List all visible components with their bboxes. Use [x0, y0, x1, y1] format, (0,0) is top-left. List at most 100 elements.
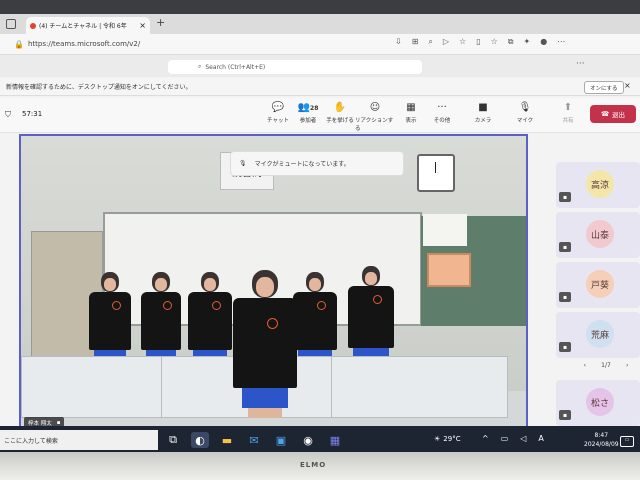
mail-icon[interactable]: ✉ — [245, 432, 263, 448]
lock-icon: 🔒 — [14, 39, 24, 49]
teams-more-icon[interactable]: ··· — [576, 59, 585, 69]
video-desk — [331, 356, 508, 418]
participant-roster: 高涼 ▪ 山泰 ▪ 戸葵 ▪ 荒麻 ▪ ‹ 1/7 › 松さ ▪ — [556, 162, 640, 452]
video-person-front — [233, 270, 297, 418]
mute-toast: 🎙 マイクがミュートになっています。 — [230, 151, 404, 176]
search-placeholder: Search (Ctrl+Alt+E) — [205, 63, 266, 71]
phone-icon: ☎ — [600, 110, 610, 118]
address-bar: 🔒 https://teams.microsoft.com/v2/ ⇩ ⊞ ⌕ … — [0, 34, 640, 55]
toolbar-camera-button[interactable]: ■ カメラ — [463, 102, 503, 124]
ime-indicator[interactable]: A — [538, 434, 543, 443]
monitor-brand: ELMO — [300, 461, 327, 469]
shield-icon: ⛉ — [5, 110, 11, 119]
more-icon: ··· — [437, 102, 447, 113]
mic-off-icon: ▪ — [559, 292, 571, 302]
toolbar-label: 手を挙げる — [326, 118, 354, 124]
collections-icon[interactable]: ⧉ — [508, 37, 514, 47]
toolbar-label: チャット — [267, 118, 289, 124]
clock-time: 8:47 — [594, 432, 609, 439]
split-screen-icon[interactable]: ▯ — [476, 37, 480, 47]
store-icon[interactable]: ▣ — [272, 432, 290, 448]
leave-button[interactable]: ☎ 退出 — [590, 105, 636, 123]
task-view-icon[interactable]: ⧉ — [164, 432, 182, 448]
favorite-icon[interactable]: ☆ — [459, 37, 466, 47]
mic-off-icon: ▪ — [559, 342, 571, 352]
chevron-left-icon[interactable]: ‹ — [584, 362, 586, 369]
taskbar-apps: ⧉ ◐ ▬ ✉ ▣ ◉ ▦ — [164, 432, 344, 448]
participant-count: 28 — [310, 105, 319, 112]
participant-tile[interactable]: 山泰 ▪ — [556, 212, 640, 258]
taskbar-search-placeholder: ここに入力して検索 — [4, 437, 58, 445]
mic-off-icon: ▪ — [559, 410, 571, 420]
url-field[interactable]: 🔒 https://teams.microsoft.com/v2/ — [14, 37, 394, 51]
avatar: 荒麻 — [586, 320, 614, 348]
toolbar-label: 表示 — [405, 118, 417, 124]
teams-app-icon[interactable]: ▦ — [326, 432, 344, 448]
reaction-icon: ☺ — [369, 102, 381, 113]
toolbar-label: リアクションする — [355, 118, 394, 132]
toolbar-label: 参加者 — [299, 118, 317, 124]
favorites-icon[interactable]: ☆ — [491, 37, 498, 47]
notification-icon[interactable]: ▭ — [620, 436, 634, 447]
chat-icon: 💬 — [271, 102, 285, 113]
notification-banner: 新情報を確認するために、デスクトップ通知をオンにしてください。 オンにする × — [0, 78, 640, 96]
mic-off-icon: 🎙 — [518, 102, 532, 113]
participant-tile[interactable]: 荒麻 ▪ — [556, 312, 640, 358]
leave-label: 退出 — [612, 111, 626, 119]
toolbar-label: 共有 — [562, 118, 574, 124]
download-icon[interactable]: ⇩ — [395, 37, 402, 47]
toolbar-raise-hand-button[interactable]: ✋ 手を挙げる — [320, 102, 360, 124]
close-icon[interactable]: × — [624, 81, 631, 90]
camera-app-icon[interactable]: ◉ — [299, 432, 317, 448]
toolbar-share-button[interactable]: ⬆ 共有 — [548, 102, 588, 124]
teams-search-input[interactable]: ⌕ Search (Ctrl+Alt+E) — [168, 60, 422, 74]
windows-taskbar: ここに入力して検索 ⧉ ◐ ▬ ✉ ▣ ◉ ▦ ☀ 29°C ^ ▭ ◁ A 8… — [0, 426, 640, 454]
edge-icon[interactable]: ◐ — [191, 432, 209, 448]
new-tab-button[interactable]: + — [156, 16, 165, 29]
toolbar-more-button[interactable]: ··· その他 — [422, 102, 462, 124]
participant-tile[interactable]: 戸葵 ▪ — [556, 262, 640, 308]
hand-icon: ✋ — [333, 102, 347, 113]
mic-off-icon: ▪ — [559, 192, 571, 202]
extensions-icon[interactable]: ✦ — [524, 37, 531, 47]
toolbar-label: マイク — [516, 118, 534, 124]
roster-pager: ‹ 1/7 › — [576, 362, 636, 369]
weather-widget[interactable]: ☀ 29°C — [434, 435, 461, 443]
avatar: 高涼 — [586, 170, 614, 198]
weather-icon: ☀ — [434, 435, 441, 443]
toolbar-react-button[interactable]: ☺ リアクションする — [355, 102, 395, 132]
file-explorer-icon[interactable]: ▬ — [218, 432, 236, 448]
toolbar-label: カメラ — [474, 118, 492, 124]
enable-notifications-button[interactable]: オンにする — [584, 81, 624, 94]
browser-tab-teams[interactable]: (4) チームとチャネル | 令和 6年 × — [26, 17, 150, 34]
tab-actions-icon[interactable] — [6, 19, 16, 29]
participant-tile[interactable]: 松さ ▪ — [556, 380, 640, 426]
page-indicator: 1/7 — [601, 362, 611, 369]
close-tab-icon[interactable]: × — [139, 21, 146, 30]
read-aloud-icon[interactable]: ▷ — [443, 37, 449, 47]
settings-icon[interactable]: ⋯ — [557, 37, 565, 47]
browser-toolbar-icons: ⇩ ⊞ ⌕ ▷ ☆ ▯ ☆ ⧉ ✦ ● ⋯ — [395, 37, 565, 47]
profile-icon[interactable]: ● — [540, 37, 547, 47]
chevron-right-icon[interactable]: › — [626, 362, 628, 369]
teams-header: ⌕ Search (Ctrl+Alt+E) ··· — [0, 55, 640, 77]
toolbar-label: その他 — [433, 118, 451, 124]
chevron-up-icon[interactable]: ^ — [482, 434, 489, 443]
taskbar-search-input[interactable]: ここに入力して検索 — [0, 430, 158, 450]
recording-icon — [30, 22, 36, 29]
url-text: https://teams.microsoft.com/v2/ — [27, 40, 141, 48]
video-stage[interactable]: 読書間 — [19, 134, 528, 431]
tab-title: (4) チームとチャネル | 令和 6年 — [39, 23, 127, 30]
network-icon[interactable]: ▭ — [501, 434, 509, 443]
share-icon: ⬆ — [563, 102, 573, 113]
video-person — [89, 272, 131, 358]
view-icon: ▦ — [406, 102, 416, 113]
participant-tile[interactable]: 高涼 ▪ — [556, 162, 640, 208]
taskbar-clock[interactable]: 8:47 2024/08/09 — [584, 431, 619, 449]
zoom-icon[interactable]: ⌕ — [428, 37, 432, 47]
toolbar-mic-button[interactable]: 🎙 マイク — [505, 102, 545, 124]
apps-icon[interactable]: ⊞ — [412, 37, 419, 47]
mic-off-icon: ▪ — [559, 242, 571, 252]
volume-icon[interactable]: ◁ — [520, 434, 526, 443]
people-icon: 👥28 — [297, 102, 319, 113]
